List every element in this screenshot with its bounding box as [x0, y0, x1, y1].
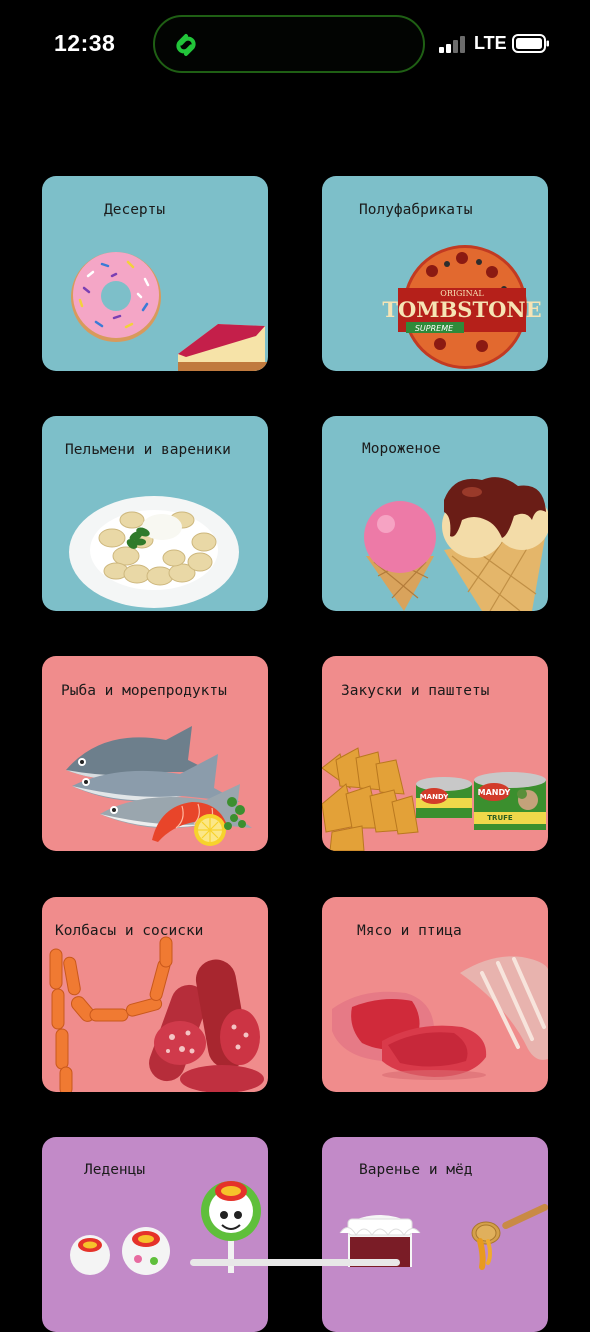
- pate-brand-1: MANDY: [420, 793, 450, 801]
- category-label: Колбасы и сосиски: [55, 923, 204, 939]
- category-label: Мороженое: [362, 441, 441, 457]
- category-card-snacks-pate[interactable]: MANDY MANDY TRUFE Закуски и паштеты: [322, 656, 548, 851]
- pate-flavor: TRUFE: [487, 814, 513, 822]
- category-card-semi-finished[interactable]: ORIGINAL TOMBSTONE SUPREME Полуфабрикаты: [322, 176, 548, 371]
- category-card-meat-poultry[interactable]: Мясо и птица: [322, 897, 548, 1092]
- category-card-lollipops[interactable]: Леденцы: [42, 1137, 268, 1332]
- category-label: Леденцы: [84, 1162, 146, 1178]
- category-card-ice-cream[interactable]: Мороженое: [322, 416, 548, 611]
- category-label: Полуфабрикаты: [359, 202, 473, 218]
- pizza-brand: TOMBSTONE: [382, 297, 541, 322]
- category-card-jam-honey[interactable]: Варенье и мёд: [322, 1137, 548, 1332]
- category-grid: Десерты ORIGINAL TOMBSTONE SUPREME Полуф…: [0, 0, 590, 1332]
- category-label: Десерты: [104, 202, 166, 218]
- category-label: Мясо и птица: [357, 923, 462, 939]
- category-label: Пельмени и вареники: [65, 442, 231, 458]
- lollipop-icon: [70, 1181, 261, 1275]
- pate-brand-2: MANDY: [478, 788, 511, 797]
- category-card-dumplings[interactable]: Пельмени и вареники: [42, 416, 268, 611]
- category-card-fish-seafood[interactable]: Рыба и морепродукты: [42, 656, 268, 851]
- category-label: Закуски и паштеты: [341, 683, 490, 699]
- category-card-sausages[interactable]: Колбасы и сосиски: [42, 897, 268, 1092]
- category-label: Варенье и мёд: [359, 1162, 473, 1178]
- home-indicator[interactable]: [190, 1259, 400, 1266]
- category-label: Рыба и морепродукты: [61, 683, 227, 699]
- category-card-desserts[interactable]: Десерты: [42, 176, 268, 371]
- pizza-variant: SUPREME: [415, 324, 454, 333]
